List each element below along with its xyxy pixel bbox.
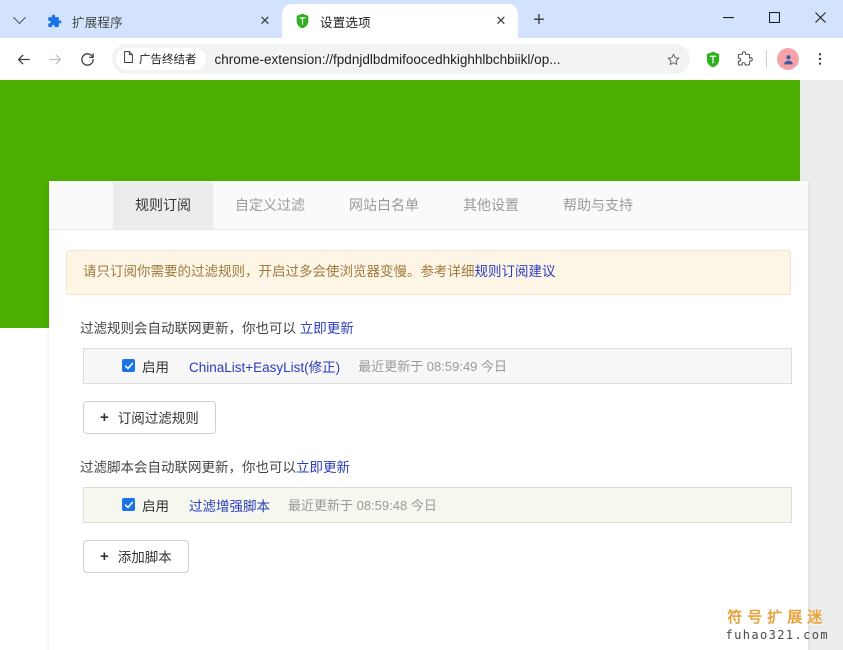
notice-banner: 请只订阅你需要的过滤规则，开启过多会使浏览器变慢。参考详细规则订阅建议 [66,250,791,295]
scripts-update-now-link[interactable]: 立即更新 [296,460,350,475]
tab-close-button[interactable]: ✕ [254,10,276,32]
tab-custom-filter[interactable]: 自定义过滤 [213,181,327,229]
window-controls [705,0,843,38]
tab-label: 自定义过滤 [235,195,305,215]
back-button[interactable] [8,44,38,74]
minimize-button[interactable] [705,0,751,34]
star-icon[interactable] [660,46,686,72]
enable-label: 启用 [142,356,169,376]
green-shield-icon [294,13,311,30]
enable-label: 启用 [142,495,169,515]
enable-script-checkbox[interactable] [122,498,135,511]
scripts-section-description: 过滤脚本会自动联网更新，你也可以立即更新 [80,456,791,476]
tab-strip: 扩展程序 ✕ 设置选项 ✕ + [0,0,843,38]
shield-puzzle-icon [122,50,135,69]
tab-close-button[interactable]: ✕ [490,10,512,32]
toolbar-divider [766,50,767,68]
green-shield-icon[interactable] [698,44,728,74]
options-tab-bar: 规则订阅 自定义过滤 网站白名单 其他设置 帮助与支持 [49,181,808,230]
tab-label: 帮助与支持 [563,195,633,215]
enable-subscription-checkbox[interactable] [122,359,135,372]
address-bar[interactable]: 广告终结者 chrome-extension://fpdnjdlbdmifooc… [112,44,690,74]
button-label: 添加脚本 [118,546,172,566]
close-window-button[interactable] [797,0,843,34]
tab-label: 其他设置 [463,195,519,215]
tab-other-settings[interactable]: 其他设置 [441,181,541,229]
browser-tab-extensions[interactable]: 扩展程序 ✕ [34,4,282,38]
tab-label: 网站白名单 [349,195,419,215]
script-name-link[interactable]: 过滤增强脚本 [189,495,270,515]
avatar-icon [777,48,799,70]
script-row: 启用 过滤增强脚本 最近更新于 08:59:48 今日 [83,487,792,523]
subscription-name-link[interactable]: ChinaList+EasyList(修正) [189,356,340,376]
subscription-row: 启用 ChinaList+EasyList(修正) 最近更新于 08:59:49… [83,348,792,384]
plus-icon: + [100,410,109,425]
browser-toolbar: 广告终结者 chrome-extension://fpdnjdlbdmifooc… [0,38,843,80]
plus-icon: + [100,549,109,564]
tab-help-support[interactable]: 帮助与支持 [541,181,655,229]
button-label: 订阅过滤规则 [118,407,199,427]
tab-site-whitelist[interactable]: 网站白名单 [327,181,441,229]
rules-update-now-link[interactable]: 立即更新 [300,321,354,336]
notice-link[interactable]: 规则订阅建议 [475,264,556,279]
page-viewport: 规则订阅 自定义过滤 网站白名单 其他设置 帮助与支持 请只订阅你需要 [0,80,843,650]
url-text[interactable]: chrome-extension://fpdnjdlbdmifoocedhkig… [215,52,661,67]
subscribe-filter-rule-button[interactable]: + 订阅过滤规则 [83,401,216,434]
rules-section-text: 过滤规则会自动联网更新，你也可以 [80,321,300,336]
options-card: 规则订阅 自定义过滤 网站白名单 其他设置 帮助与支持 请只订阅你需要 [49,181,808,650]
extension-origin-label: 广告终结者 [139,51,197,67]
tab-search-button[interactable] [4,6,34,34]
puzzle-piece-icon [46,13,63,30]
script-updated-meta: 最近更新于 08:59:48 今日 [288,495,437,514]
browser-tab-title: 扩展程序 [72,12,254,31]
extension-origin-chip[interactable]: 广告终结者 [116,48,206,70]
tab-rule-subscription[interactable]: 规则订阅 [113,181,213,229]
browser-window: 扩展程序 ✕ 设置选项 ✕ + [0,0,843,650]
rules-section-description: 过滤规则会自动联网更新，你也可以 立即更新 [80,317,791,337]
chevron-down-icon [13,11,26,24]
reload-button[interactable] [72,44,102,74]
browser-tab-title: 设置选项 [320,12,490,31]
profile-avatar-button[interactable] [773,44,803,74]
new-tab-button[interactable]: + [524,5,554,35]
notice-text: 请只订阅你需要的过滤规则，开启过多会使浏览器变慢。参考详细 [83,264,475,279]
add-script-button[interactable]: + 添加脚本 [83,540,189,573]
scripts-section-text: 过滤脚本会自动联网更新，你也可以 [80,460,296,475]
maximize-button[interactable] [751,0,797,34]
extensions-puzzle-icon[interactable] [730,44,760,74]
browser-tab-options[interactable]: 设置选项 ✕ [282,4,518,38]
options-card-body: 请只订阅你需要的过滤规则，开启过多会使浏览器变慢。参考详细规则订阅建议 过滤规则… [49,230,808,573]
subscription-updated-meta: 最近更新于 08:59:49 今日 [358,356,507,375]
tab-label: 规则订阅 [135,195,191,215]
forward-button[interactable] [40,44,70,74]
three-dot-menu-icon[interactable] [805,44,835,74]
